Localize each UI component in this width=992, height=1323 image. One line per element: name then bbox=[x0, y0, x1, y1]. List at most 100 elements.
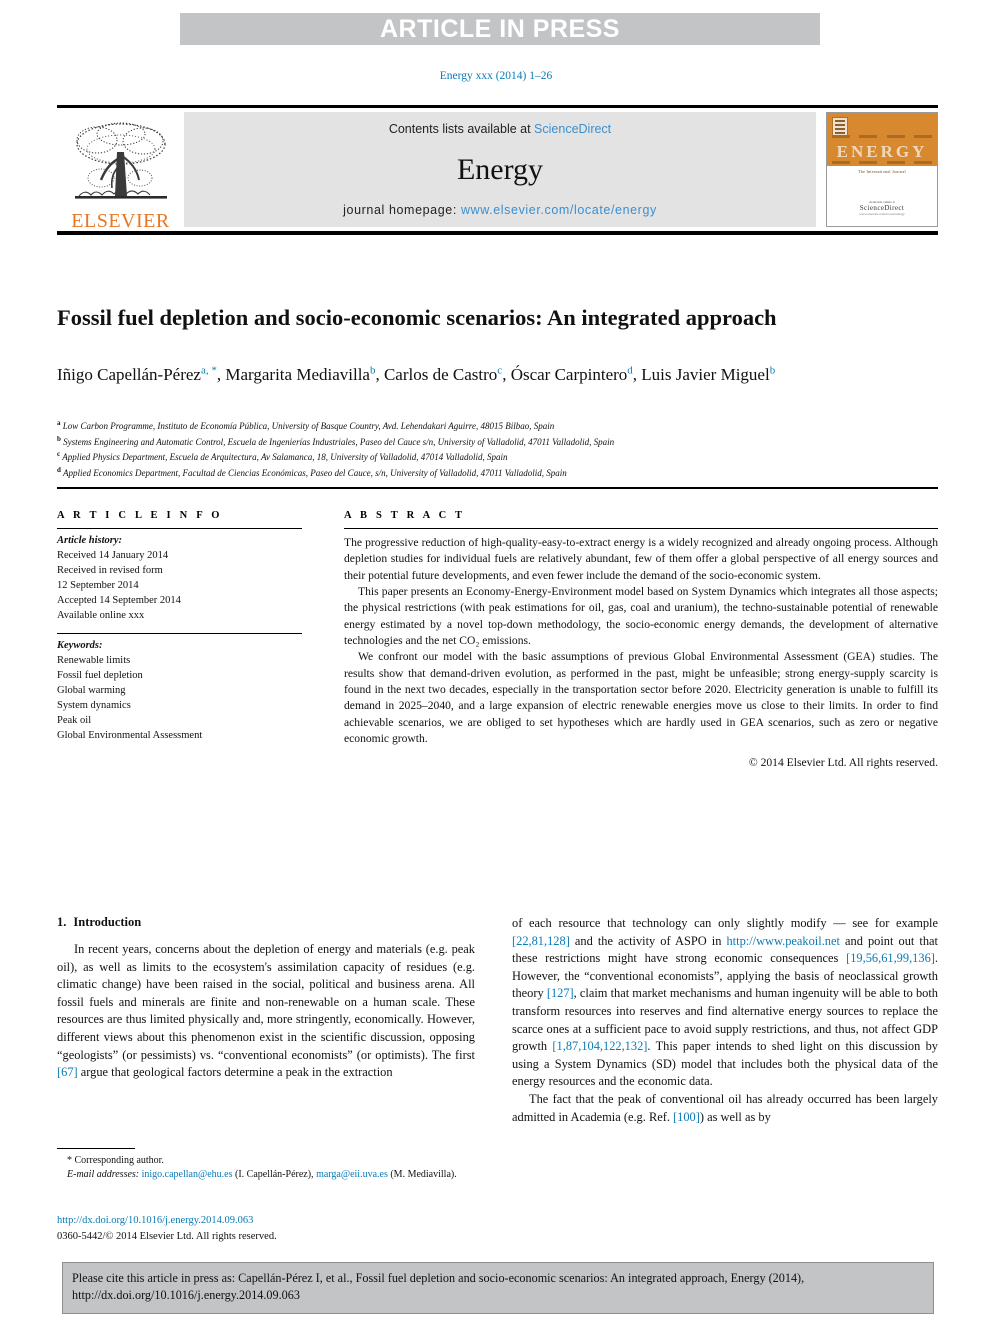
affiliation-mark: d bbox=[57, 465, 61, 474]
article-title: Fossil fuel depletion and socio-economic… bbox=[57, 305, 777, 331]
author-marks: c bbox=[497, 364, 503, 377]
citation-ref[interactable]: [127] bbox=[547, 986, 574, 1000]
keyword-item: Fossil fuel depletion bbox=[57, 670, 143, 682]
cover-bottom-rule-row bbox=[832, 161, 932, 164]
citation-ref[interactable]: [100] bbox=[673, 1110, 700, 1124]
author-marks: a, * bbox=[200, 364, 217, 377]
affiliation-mark: c bbox=[57, 450, 61, 459]
author-item: Iñigo Capellán-Péreza, *, bbox=[57, 364, 226, 384]
body-column-left: 1. Introduction In recent years, concerns… bbox=[57, 915, 475, 1082]
author-name: Luis Javier Miguel bbox=[641, 365, 770, 384]
footnote-block: * Corresponding author. E-mail addresses… bbox=[57, 1148, 475, 1182]
abstract-column: A B S T R A C T The progressive reductio… bbox=[344, 510, 938, 769]
intro-left-text: In recent years, concerns about the depl… bbox=[57, 942, 475, 1062]
intro-right-b: and the activity of ASPO in bbox=[569, 933, 727, 948]
keyword-item: Peak oil bbox=[57, 714, 92, 726]
intro-paragraph-right-1: of each resource that technology can onl… bbox=[512, 915, 938, 1091]
keyword-item: Global Environmental Assessment bbox=[57, 729, 203, 741]
history-item: Received in revised form bbox=[57, 564, 163, 576]
author-name: Iñigo Capellán-Pérez bbox=[57, 365, 201, 384]
author-marks: b bbox=[369, 364, 376, 377]
history-item: Available online xxx bbox=[57, 609, 145, 621]
author-marks: b bbox=[769, 364, 776, 377]
sciencedirect-link[interactable]: ScienceDirect bbox=[534, 122, 611, 136]
affiliation-item: c Applied Physics Department, Escuela de… bbox=[57, 449, 937, 465]
cover-footer: Available online at ScienceDirect www.el… bbox=[827, 200, 937, 216]
affiliation-text: Systems Engineering and Automatic Contro… bbox=[63, 436, 615, 447]
journal-masthead: ELSEVIER Contents lists available at Sci… bbox=[57, 105, 938, 235]
doi-link[interactable]: http://dx.doi.org/10.1016/j.energy.2014.… bbox=[57, 1213, 487, 1229]
elsevier-wordmark: ELSEVIER bbox=[71, 210, 170, 232]
email-link-capellan[interactable]: inigo.capellan@ehu.es bbox=[142, 1169, 233, 1180]
citation-ref[interactable]: [22,81,128] bbox=[512, 934, 570, 948]
article-in-press-banner: ARTICLE IN PRESS bbox=[180, 13, 820, 45]
article-info-heading: A R T I C L E I N F O bbox=[57, 510, 223, 521]
journal-reference-line: Energy xxx (2014) 1–26 bbox=[439, 70, 553, 82]
keywords-rule bbox=[57, 633, 302, 635]
abstract-paragraph: The progressive reduction of high-qualit… bbox=[344, 536, 938, 582]
cover-logo-box bbox=[832, 117, 848, 138]
article-info-column: A R T I C L E I N F O Article history: R… bbox=[57, 510, 302, 744]
info-section-top-rule bbox=[57, 487, 938, 489]
cover-footer-sciencedirect: ScienceDirect bbox=[859, 204, 905, 212]
history-item: Accepted 14 September 2014 bbox=[57, 594, 181, 606]
keyword-item: Global warming bbox=[57, 685, 126, 697]
author-name: Óscar Carpintero bbox=[510, 365, 628, 384]
abstract-copyright: © 2014 Elsevier Ltd. All rights reserved… bbox=[748, 756, 938, 770]
elsevier-tree-icon bbox=[74, 122, 167, 199]
doi-block: http://dx.doi.org/10.1016/j.energy.2014.… bbox=[57, 1213, 487, 1245]
cite-this-article-text: Please cite this article in press as: Ca… bbox=[72, 1271, 805, 1302]
cover-energy-title: ENERGY bbox=[836, 142, 928, 161]
section-heading-introduction: 1. Introduction bbox=[57, 915, 475, 930]
author-name: Carlos de Castro bbox=[383, 365, 498, 384]
corresponding-author-label: Corresponding author. bbox=[74, 1155, 164, 1166]
masthead-center-panel: Contents lists available at ScienceDirec… bbox=[184, 112, 816, 227]
intro-left-tail: argue that geological factors determine … bbox=[77, 1065, 393, 1080]
contents-prefix: Contents lists available at bbox=[388, 122, 535, 136]
section-number: 1. bbox=[57, 915, 67, 929]
cover-subtitle: The International Journal bbox=[858, 169, 906, 174]
affiliation-item: b Systems Engineering and Automatic Cont… bbox=[57, 434, 937, 450]
issn-copyright: 0360-5442/© 2014 Elsevier Ltd. All right… bbox=[57, 1230, 277, 1242]
footnote-star: * bbox=[67, 1155, 72, 1166]
author-item: Carlos de Castroc, bbox=[383, 364, 511, 384]
affiliation-list: a Low Carbon Programme, Instituto de Eco… bbox=[57, 418, 937, 480]
keyword-item: Renewable limits bbox=[57, 655, 131, 667]
citation-ref[interactable]: [67] bbox=[57, 1065, 78, 1079]
email-addresses-label: E-mail addresses: bbox=[67, 1169, 140, 1180]
author-marks: d bbox=[627, 364, 633, 377]
journal-cover-thumbnail: ENERGY The International Journal Availab… bbox=[826, 112, 938, 227]
citation-ref[interactable]: [19,56,61,99,136] bbox=[846, 951, 935, 965]
affiliation-mark: a bbox=[57, 419, 61, 427]
article-history-label: Article history: bbox=[57, 535, 123, 546]
history-item: 12 September 2014 bbox=[57, 579, 139, 591]
cover-top-rule-row bbox=[832, 135, 932, 138]
cite-this-article-box: Please cite this article in press as: Ca… bbox=[62, 1262, 934, 1314]
author-item: Margarita Mediavillab, bbox=[225, 364, 384, 384]
article-history-block: Article history: Received 14 January 201… bbox=[57, 534, 302, 623]
cover-footer-url: www.elsevier.com/locate/energy bbox=[859, 212, 905, 216]
journal-homepage-link[interactable]: www.elsevier.com/locate/energy bbox=[461, 203, 657, 217]
abstract-paragraph: We confront our model with the basic ass… bbox=[344, 650, 938, 746]
footnote-rule bbox=[57, 1148, 135, 1149]
affiliation-text: Low Carbon Programme, Instituto de Econo… bbox=[62, 421, 555, 431]
affiliation-mark: b bbox=[57, 434, 61, 443]
intro-paragraph-right-2: The fact that the peak of conventional o… bbox=[512, 1091, 938, 1126]
journal-homepage-line: journal homepage: www.elsevier.com/locat… bbox=[343, 203, 657, 217]
author-name: Margarita Mediavilla bbox=[225, 365, 370, 384]
abstract-paragraph: This paper presents an Economy-Energy-En… bbox=[344, 585, 938, 648]
author-item: Luis Javier Miguelb bbox=[641, 364, 776, 384]
email-link-mediavilla[interactable]: marga@eii.uva.es bbox=[316, 1169, 388, 1180]
contents-lists-line: Contents lists available at ScienceDirec… bbox=[389, 122, 611, 136]
external-link-peakoil[interactable]: http://www.peakoil.net bbox=[726, 934, 839, 948]
journal-title: Energy bbox=[456, 152, 544, 186]
affiliation-item: a Low Carbon Programme, Instituto de Eco… bbox=[57, 418, 937, 434]
email-addresses-note: E-mail addresses: inigo.capellan@ehu.es … bbox=[57, 1168, 475, 1182]
intro-right-p2b: ) as well as by bbox=[699, 1109, 771, 1124]
article-info-rule bbox=[57, 528, 302, 529]
section-name: Introduction bbox=[73, 915, 142, 929]
author-item: Óscar Carpinterod, bbox=[510, 364, 642, 384]
citation-ref[interactable]: [1,87,104,122,132] bbox=[552, 1039, 647, 1053]
affiliation-text: Applied Physics Department, Escuela de A… bbox=[62, 452, 508, 463]
article-in-press-label: ARTICLE IN PRESS bbox=[380, 14, 620, 43]
